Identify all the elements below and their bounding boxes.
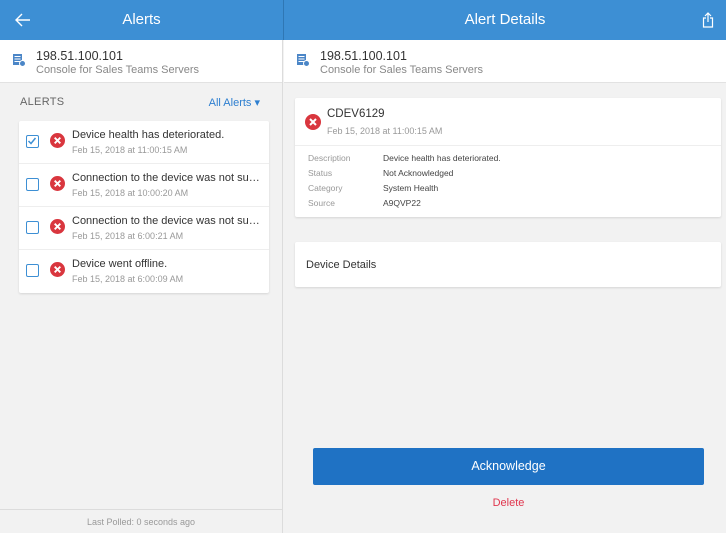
alert-time: Feb 15, 2018 at 11:00:15 AM xyxy=(72,145,188,155)
alert-details-pane: 198.51.100.101 Console for Sales Teams S… xyxy=(284,40,726,533)
alert-checkbox[interactable] xyxy=(26,264,39,277)
share-button[interactable] xyxy=(698,9,718,31)
divider xyxy=(295,145,721,146)
alert-message: Device went offline. xyxy=(72,258,168,270)
field-value: Not Acknowledged xyxy=(383,168,454,178)
device-header: 198.51.100.101 Console for Sales Teams S… xyxy=(0,40,282,83)
alert-timestamp: Feb 15, 2018 at 11:00:15 AM xyxy=(327,126,443,136)
alert-time: Feb 15, 2018 at 6:00:09 AM xyxy=(72,274,184,284)
alert-list-item[interactable]: Device health has deteriorated. Feb 15, … xyxy=(19,121,269,164)
field-value: A9QVP22 xyxy=(383,198,421,208)
error-icon xyxy=(305,114,321,130)
alert-list-item[interactable]: Connection to the device was not succ...… xyxy=(19,207,269,250)
share-icon xyxy=(702,12,714,28)
alerts-section-label: ALERTS xyxy=(20,96,65,108)
device-ip: 198.51.100.101 xyxy=(36,49,123,63)
server-icon xyxy=(297,54,310,67)
acknowledge-button[interactable]: Acknowledge xyxy=(313,448,704,485)
alert-detail-card: CDEV6129 Feb 15, 2018 at 11:00:15 AM Des… xyxy=(295,98,721,217)
error-icon xyxy=(50,176,65,191)
alerts-title: Alerts xyxy=(122,11,161,28)
server-icon xyxy=(13,54,26,67)
alert-list-item[interactable]: Device went offline. Feb 15, 2018 at 6:0… xyxy=(19,250,269,293)
device-details-label: Device Details xyxy=(306,259,377,271)
delete-button[interactable]: Delete xyxy=(313,497,704,509)
alert-details-header: Alert Details xyxy=(284,0,726,40)
all-alerts-filter[interactable]: All Alerts ▾ xyxy=(209,96,260,109)
alert-checkbox[interactable] xyxy=(26,221,39,234)
alert-time: Feb 15, 2018 at 10:00:20 AM xyxy=(72,188,189,198)
device-name: Console for Sales Teams Servers xyxy=(320,64,484,76)
alert-time: Feb 15, 2018 at 6:00:21 AM xyxy=(72,231,184,241)
alert-checkbox[interactable] xyxy=(26,135,39,148)
top-bar: Alerts Alert Details xyxy=(0,0,726,40)
alert-list: Device health has deteriorated. Feb 15, … xyxy=(19,121,269,293)
field-label: Source xyxy=(308,198,335,208)
device-name: Console for Sales Teams Servers xyxy=(36,64,200,76)
field-label: Description xyxy=(308,153,351,163)
alerts-header: Alerts xyxy=(0,0,283,40)
alerts-pane: 198.51.100.101 Console for Sales Teams S… xyxy=(0,40,283,533)
error-icon xyxy=(50,133,65,148)
alert-message: Connection to the device was not succ... xyxy=(72,215,264,227)
device-header: 198.51.100.101 Console for Sales Teams S… xyxy=(284,40,726,83)
alert-checkbox[interactable] xyxy=(26,178,39,191)
field-value: Device health has deteriorated. xyxy=(383,153,501,163)
field-value: System Health xyxy=(383,183,439,193)
alert-id: CDEV6129 xyxy=(327,108,385,120)
device-ip: 198.51.100.101 xyxy=(320,49,407,63)
alert-details-title: Alert Details xyxy=(464,11,546,28)
field-label: Status xyxy=(308,168,333,178)
last-polled-status: Last Polled: 0 seconds ago xyxy=(0,509,282,533)
alert-message: Device health has deteriorated. xyxy=(72,129,225,141)
checkmark-icon xyxy=(27,137,37,145)
field-label: Category xyxy=(308,183,343,193)
alert-message: Connection to the device was not succ... xyxy=(72,172,264,184)
alert-list-item[interactable]: Connection to the device was not succ...… xyxy=(19,164,269,207)
error-icon xyxy=(50,262,65,277)
device-details-row[interactable]: Device Details xyxy=(295,242,721,287)
error-icon xyxy=(50,219,65,234)
